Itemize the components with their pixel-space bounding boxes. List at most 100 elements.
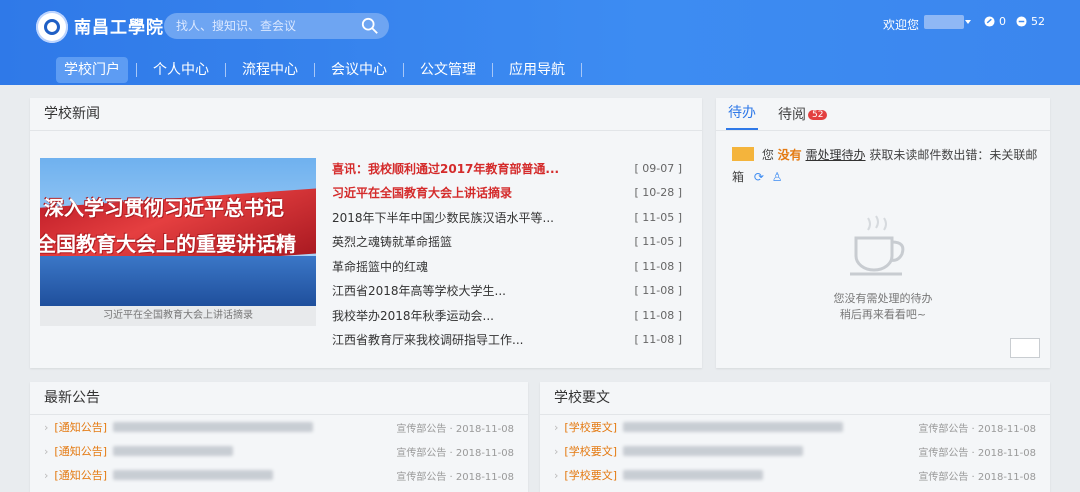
notice-tag: [通知公告] <box>54 421 107 434</box>
search-icon[interactable] <box>361 17 379 35</box>
news-item-date: [ 11-05 ] <box>634 235 682 249</box>
empty-todo-hint: 稍后再来看看吧~ <box>839 308 927 321</box>
blurred-title[interactable] <box>623 470 763 480</box>
news-item[interactable]: 英烈之魂铸就革命摇篮 [ 11-05 ] <box>332 230 682 255</box>
news-item-date: [ 11-05 ] <box>634 210 682 224</box>
tab-to-read[interactable]: 待阅 52 <box>776 104 829 130</box>
pending-todo-link[interactable]: 需处理待办 <box>806 148 866 162</box>
message-icon <box>1016 16 1027 27</box>
more-button[interactable] <box>1010 338 1040 358</box>
banner-caption[interactable]: 习近平在全国教育大会上讲话摘录 <box>40 306 316 326</box>
main-nav: 学校门户 个人中心 流程中心 会议中心 公文管理 应用导航 <box>56 57 590 83</box>
bullet-icon: › <box>44 468 49 482</box>
search-box[interactable] <box>164 13 389 39</box>
news-item-title[interactable]: 2018年下半年中国少数民族汉语水平等... <box>332 209 554 226</box>
tab-todo[interactable]: 待办 <box>726 102 758 130</box>
banner-headline-2: 全国教育大会上的重要讲话精 <box>40 232 296 256</box>
news-item-title[interactable]: 习近平在全国教育大会上讲话摘录 <box>332 184 512 201</box>
news-item[interactable]: 江西省2018年高等学校大学生... [ 11-08 ] <box>332 279 682 304</box>
news-item-title[interactable]: 喜讯：我校顺利通过2017年教育部普通... <box>332 160 559 177</box>
notice-meta: 宣传部公告 · 2018-11-08 <box>396 447 514 459</box>
blurred-title[interactable] <box>113 470 273 480</box>
banner-background-deck <box>40 256 316 306</box>
school-news-panel: 学校新闻 深入学习贯彻习近平总书记 全国教育大会上的重要讲话精 习近平在全国教育… <box>30 98 702 368</box>
user-menu-chevron-down-icon[interactable] <box>965 20 971 24</box>
list-item[interactable]: › [学校要文] 宣传部公告 · 2018-11-08 <box>540 439 1050 463</box>
school-meta: 宣传部公告 · 2018-11-08 <box>918 423 1036 435</box>
school-news-title: 学校新闻 <box>30 98 702 131</box>
tab-to-read-label: 待阅 <box>778 107 806 123</box>
bullet-icon: › <box>44 444 49 458</box>
mail-status-line: 您 没有 需处理待办 获取未读邮件数出错：未关联邮箱 ⟳ ♙ <box>732 144 1042 188</box>
mail-none-label: 没有 <box>777 148 802 162</box>
nav-divider <box>492 63 493 77</box>
news-item[interactable]: 2018年下半年中国少数民族汉语水平等... [ 11-05 ] <box>332 205 682 230</box>
notice-tag: [通知公告] <box>54 469 107 482</box>
nav-personal-center[interactable]: 个人中心 <box>145 57 217 83</box>
school-logo-icon[interactable] <box>36 11 68 43</box>
top-header: 南昌工學院 欢迎您 0 52 学校门户 个人中心 流程中心 会议中心 公文管理 … <box>0 0 1080 85</box>
news-item-date: [ 10-28 ] <box>634 186 682 200</box>
news-item-title[interactable]: 我校举办2018年秋季运动会... <box>332 307 494 324</box>
school-headlines-panel: 学校要文 › [学校要文] 宣传部公告 · 2018-11-08 › [学校要文] 宣传… <box>540 382 1050 492</box>
news-item-date: [ 11-08 ] <box>634 259 682 273</box>
search-input[interactable] <box>164 18 358 34</box>
news-item[interactable]: 革命摇篮中的红魂 [ 11-08 ] <box>332 254 682 279</box>
school-name-logo[interactable]: 南昌工學院 <box>74 13 164 38</box>
mail-prefix: 您 <box>761 148 774 162</box>
blurred-title[interactable] <box>623 446 803 456</box>
school-tag: [学校要文] <box>564 445 617 458</box>
envelope-icon <box>732 147 754 161</box>
blurred-title[interactable] <box>113 446 233 456</box>
news-item-title[interactable]: 江西省2018年高等学校大学生... <box>332 282 506 299</box>
blurred-title[interactable] <box>623 422 843 432</box>
notice-tag: [通知公告] <box>54 445 107 458</box>
todo-count: 0 <box>999 15 1006 28</box>
refresh-icon[interactable]: ⟳ <box>754 170 764 184</box>
todo-tabs: 待办 待阅 52 <box>716 98 1050 131</box>
empty-todo-message: 您没有需处理的待办 <box>833 292 933 305</box>
bullet-icon: › <box>44 420 49 434</box>
bullet-icon: › <box>554 444 559 458</box>
news-item-date: [ 11-08 ] <box>634 333 682 347</box>
school-headlines-title: 学校要文 <box>540 382 1050 415</box>
news-list: 喜讯：我校顺利通过2017年教育部普通... [ 09-07 ] 习近平在全国教育… <box>332 156 682 352</box>
bullet-icon: › <box>554 420 559 434</box>
nav-process-center[interactable]: 流程中心 <box>234 57 306 83</box>
school-meta: 宣传部公告 · 2018-11-08 <box>918 447 1036 459</box>
notice-meta: 宣传部公告 · 2018-11-08 <box>396 471 514 483</box>
username-blurred[interactable] <box>924 15 964 29</box>
list-item[interactable]: › [通知公告] 宣传部公告 · 2018-11-08 <box>30 439 528 463</box>
list-item[interactable]: › [通知公告] 宣传部公告 · 2018-11-08 <box>30 415 528 439</box>
school-tag: [学校要文] <box>564 469 617 482</box>
news-item-title[interactable]: 英烈之魂铸就革命摇篮 <box>332 233 452 250</box>
news-item-date: [ 11-08 ] <box>634 284 682 298</box>
list-item[interactable]: › [通知公告] 宣传部公告 · 2018-11-08 <box>30 463 528 487</box>
news-item-title[interactable]: 革命摇篮中的红魂 <box>332 258 428 275</box>
nav-app-navigation[interactable]: 应用导航 <box>501 57 573 83</box>
news-item[interactable]: 江西省教育厅来我校调研指导工作... [ 11-08 ] <box>332 328 682 353</box>
news-item[interactable]: 我校举办2018年秋季运动会... [ 11-08 ] <box>332 303 682 328</box>
welcome-label: 欢迎您 <box>883 18 920 32</box>
bullet-icon: › <box>554 468 559 482</box>
nav-document-management[interactable]: 公文管理 <box>412 57 484 83</box>
news-item-date: [ 11-08 ] <box>634 308 682 322</box>
news-item[interactable]: 喜讯：我校顺利通过2017年教育部普通... [ 09-07 ] <box>332 156 682 181</box>
blurred-title[interactable] <box>113 422 313 432</box>
latest-notice-title: 最新公告 <box>30 382 528 415</box>
news-banner[interactable]: 深入学习贯彻习近平总书记 全国教育大会上的重要讲话精 习近平在全国教育大会上讲话… <box>40 158 316 326</box>
todo-stat[interactable]: 0 <box>984 15 1006 28</box>
list-item[interactable]: › [学校要文] 宣传部公告 · 2018-11-08 <box>540 415 1050 439</box>
nav-divider <box>136 63 137 77</box>
message-stat[interactable]: 52 <box>1016 15 1045 28</box>
school-meta: 宣传部公告 · 2018-11-08 <box>918 471 1036 483</box>
school-tag: [学校要文] <box>564 421 617 434</box>
nav-meeting-center[interactable]: 会议中心 <box>323 57 395 83</box>
todo-panel: 待办 待阅 52 您 没有 需处理待办 获取未读邮件数出错：未关联邮箱 ⟳ ♙ 您… <box>716 98 1050 368</box>
news-item[interactable]: 习近平在全国教育大会上讲话摘录 [ 10-28 ] <box>332 181 682 206</box>
user-icon[interactable]: ♙ <box>772 170 783 184</box>
news-item-title[interactable]: 江西省教育厅来我校调研指导工作... <box>332 331 523 348</box>
nav-school-portal[interactable]: 学校门户 <box>56 57 128 83</box>
list-item[interactable]: › [学校要文] 宣传部公告 · 2018-11-08 <box>540 463 1050 487</box>
nav-divider <box>314 63 315 77</box>
